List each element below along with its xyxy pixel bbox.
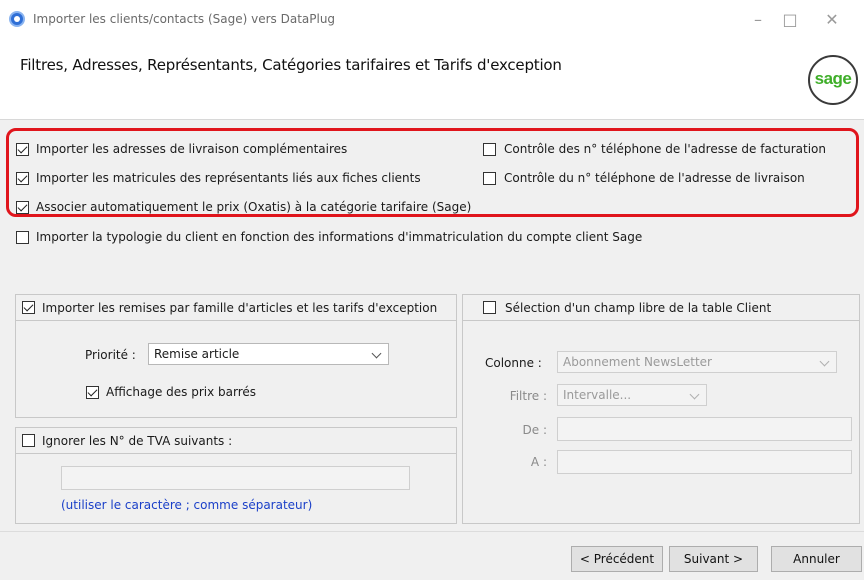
filter-select[interactable]: Intervalle... [557,384,707,406]
wizard-header: Filtres, Adresses, Représentants, Catégo… [0,40,864,120]
import-delivery-addresses-checkbox[interactable] [16,143,29,156]
discounts-group-header: Importer les remises par famille d'artic… [16,295,456,321]
column-value: Abonnement NewsLetter [563,355,712,369]
import-rep-ids-label[interactable]: Importer les matricules des représentant… [36,171,421,185]
ignore-vat-label[interactable]: Ignorer les N° de TVA suivants : [42,434,232,448]
footer-separator [0,531,864,532]
app-icon [9,11,25,27]
priority-select[interactable]: Remise article [148,343,389,365]
import-discounts-label[interactable]: Importer les remises par famille d'artic… [42,301,437,315]
import-rep-ids-checkbox[interactable] [16,172,29,185]
import-discounts-checkbox[interactable] [22,301,35,314]
vat-input[interactable] [61,466,410,490]
priority-value: Remise article [154,347,240,361]
column-label: Colonne : [485,356,542,370]
page-title: Filtres, Adresses, Représentants, Catégo… [20,56,562,74]
column-select[interactable]: Abonnement NewsLetter [557,351,837,373]
filter-value: Intervalle... [563,388,632,402]
from-label: De : [522,423,547,437]
check-billing-phone-checkbox[interactable] [483,143,496,156]
window-title: Importer les clients/contacts (Sage) ver… [33,12,336,26]
assoc-price-checkbox[interactable] [16,201,29,214]
check-billing-phone-label[interactable]: Contrôle des n° téléphone de l'adresse d… [504,142,826,156]
to-input[interactable] [557,450,852,474]
chevron-down-icon [819,356,830,367]
strike-price-checkbox[interactable] [86,386,99,399]
import-typology-label[interactable]: Importer la typologie du client en fonct… [36,230,642,244]
minimize-icon[interactable]: – [746,8,770,32]
from-input[interactable] [557,417,852,441]
import-typology-checkbox[interactable] [16,231,29,244]
free-field-checkbox[interactable] [483,301,496,314]
vat-group: Ignorer les N° de TVA suivants : (utilis… [15,427,457,524]
strike-price-label[interactable]: Affichage des prix barrés [106,385,256,399]
assoc-price-label[interactable]: Associer automatiquement le prix (Oxatis… [36,200,471,214]
vat-hint: (utiliser le caractère ; comme séparateu… [61,498,313,512]
discounts-group: Importer les remises par famille d'artic… [15,294,457,418]
vat-group-header: Ignorer les N° de TVA suivants : [16,428,456,454]
maximize-icon[interactable]: □ [778,8,802,32]
import-delivery-addresses-label[interactable]: Importer les adresses de livraison compl… [36,142,347,156]
chevron-down-icon [689,389,700,400]
next-button[interactable]: Suivant > [669,546,758,572]
check-delivery-phone-checkbox[interactable] [483,172,496,185]
close-icon[interactable]: ✕ [820,8,844,32]
ignore-vat-checkbox[interactable] [22,434,35,447]
filter-label: Filtre : [509,389,547,403]
previous-button[interactable]: < Précédent [571,546,663,572]
free-field-group-header: Sélection d'un champ libre de la table C… [463,295,859,321]
chevron-down-icon [371,348,382,359]
check-delivery-phone-label[interactable]: Contrôle du n° téléphone de l'adresse de… [504,171,805,185]
to-label: A : [530,455,547,469]
sage-logo: sage [808,55,858,105]
cancel-button[interactable]: Annuler [771,546,862,572]
window-titlebar: Importer les clients/contacts (Sage) ver… [0,0,864,40]
free-field-group: Sélection d'un champ libre de la table C… [462,294,860,524]
priority-label: Priorité : [85,348,136,362]
free-field-label[interactable]: Sélection d'un champ libre de la table C… [505,301,771,315]
